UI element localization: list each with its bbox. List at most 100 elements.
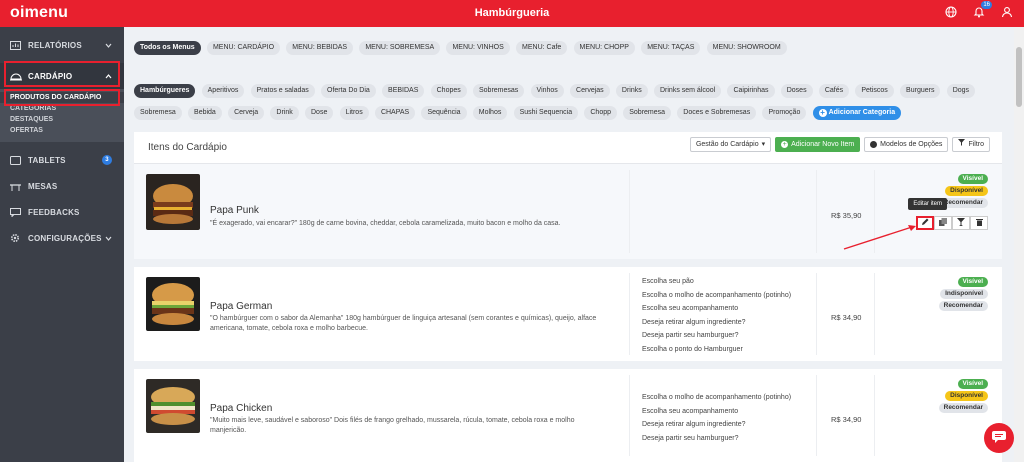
menu-pill[interactable]: MENU: CARDÁPIO: [206, 41, 281, 55]
menu-pill[interactable]: MENU: VINHOS: [446, 41, 510, 55]
category-pill[interactable]: Sobremesas: [473, 84, 525, 98]
category-pill[interactable]: Aperitivos: [201, 84, 245, 98]
category-pill[interactable]: Drink: [270, 106, 299, 120]
add-item-button[interactable]: + Adicionar Novo Item: [775, 137, 861, 152]
burger-photo: [146, 277, 200, 331]
category-pill[interactable]: Cerveja: [228, 106, 265, 120]
menu-pill[interactable]: MENU: SOBREMESA: [359, 41, 441, 55]
sidebar: RELATÓRIOS CARDÁPIO PRODUTOS DO CARDÁPIO…: [0, 27, 124, 462]
scrollbar-thumb[interactable]: [1016, 47, 1022, 107]
bell-icon[interactable]: 16: [972, 1, 992, 19]
category-pill[interactable]: Drinks: [615, 84, 648, 98]
filter-button[interactable]: Filtro: [952, 137, 990, 152]
menu-filter-row: Todos os Menus MENU: CARDÁPIO MENU: BEBI…: [134, 41, 791, 55]
item-options-button[interactable]: [952, 216, 970, 230]
sidebar-item-tablets[interactable]: TABLETS 3: [0, 147, 124, 173]
category-pill[interactable]: Litros: [339, 106, 369, 120]
menu-pill[interactable]: MENU: Cafe: [516, 41, 568, 55]
page-scrollbar[interactable]: [1014, 27, 1024, 462]
recommend-badge[interactable]: Recomendar: [938, 403, 988, 413]
caret-down-icon: ▾: [761, 141, 766, 148]
menu-item-row[interactable]: Papa German "O hambúrguer com o sabor da…: [134, 267, 1002, 369]
menu-pill-all[interactable]: Todos os Menus: [134, 41, 201, 55]
menu-item-row[interactable]: Papa Punk "É exagerado, vai encarar?" 18…: [134, 164, 1002, 267]
sidebar-item-configuracoes[interactable]: CONFIGURAÇÕES: [0, 225, 124, 251]
sidebar-item-label: CONFIGURAÇÕES: [28, 233, 102, 243]
category-pill[interactable]: Dose: [305, 106, 334, 120]
category-pill[interactable]: Petiscos: [855, 84, 894, 98]
category-pill[interactable]: Molhos: [472, 106, 508, 120]
visible-badge[interactable]: Visível: [957, 379, 988, 389]
edit-item-tooltip: Editar item: [908, 198, 947, 210]
category-pill[interactable]: Sequência: [421, 106, 467, 120]
column-divider: [629, 170, 630, 253]
item-description: "É exagerado, vai encarar?" 180g de carn…: [210, 220, 561, 227]
visible-badge[interactable]: Visível: [957, 277, 988, 287]
category-pill-active[interactable]: Hambúrgueres: [134, 84, 196, 98]
page-title: Hambúrgueria: [474, 7, 550, 19]
menu-pill[interactable]: MENU: BEBIDAS: [286, 41, 354, 55]
burger-photo: [146, 174, 200, 230]
category-pill[interactable]: Dogs: [946, 84, 976, 98]
visible-badge[interactable]: Visível: [957, 174, 988, 184]
category-pill[interactable]: Caipirinhas: [727, 84, 775, 98]
column-divider: [816, 170, 817, 253]
category-pill[interactable]: Doces e Sobremesas: [677, 106, 757, 120]
chevron-down-icon: [105, 234, 112, 243]
duplicate-item-button[interactable]: [934, 216, 952, 230]
category-pill[interactable]: Cafés: [818, 84, 850, 98]
menu-item-row[interactable]: Papa Chicken "Muito mais leve, saudável …: [134, 369, 1002, 462]
add-category-button[interactable]: + Adicionar Categoria: [812, 106, 902, 120]
notification-badge: 16: [981, 1, 992, 9]
filter-label: Filtro: [968, 141, 984, 148]
plus-circle-icon: +: [781, 141, 789, 148]
sidebar-subitem-destaques[interactable]: DESTAQUES: [0, 114, 124, 125]
availability-badge[interactable]: Indisponível: [940, 289, 988, 299]
add-category-label: Adicionar Categoria: [828, 109, 896, 116]
category-pill[interactable]: BEBIDAS: [382, 84, 425, 98]
chat-bubble-icon: [992, 431, 1006, 445]
category-pill[interactable]: Doses: [780, 84, 813, 98]
category-pill[interactable]: Drinks sem álcool: [653, 84, 722, 98]
sidebar-item-mesas[interactable]: MESAS: [0, 173, 124, 199]
category-pill[interactable]: Sobremesa: [134, 106, 182, 120]
sidebar-item-relatorios[interactable]: RELATÓRIOS: [0, 32, 124, 58]
chat-icon: [10, 207, 22, 217]
globe-icon[interactable]: [944, 5, 958, 19]
sidebar-subitem-ofertas[interactable]: OFERTAS: [0, 125, 124, 136]
category-row-2: Sobremesa Bebida Cerveja Drink Dose Litr…: [134, 106, 905, 120]
recommend-badge[interactable]: Recomendar: [938, 301, 988, 311]
availability-badge[interactable]: Disponível: [945, 186, 988, 196]
menu-pill[interactable]: MENU: CHOPP: [573, 41, 635, 55]
chart-icon: [10, 40, 22, 50]
category-pill[interactable]: Vinhos: [530, 84, 564, 98]
category-pill[interactable]: Promoção: [762, 106, 807, 120]
category-pill[interactable]: Sobremesa: [623, 106, 672, 120]
category-pill[interactable]: Burguers: [900, 84, 941, 98]
support-chat-button[interactable]: [984, 423, 1014, 453]
category-pill[interactable]: Chopes: [430, 84, 467, 98]
availability-badge[interactable]: Disponível: [945, 391, 988, 401]
manage-menu-dropdown[interactable]: Gestão do Cardápio ▾: [689, 137, 772, 152]
user-icon[interactable]: [1000, 5, 1014, 19]
add-item-label: Adicionar Novo Item: [791, 141, 855, 148]
sandwich-photo: [146, 379, 200, 433]
category-pill[interactable]: Oferta Do Dia: [321, 84, 376, 98]
panel-header: Itens do Cardápio Gestão do Cardápio ▾ + A…: [134, 132, 1002, 164]
category-pill[interactable]: Chopp: [584, 106, 618, 120]
menu-pill[interactable]: MENU: TAÇAS: [641, 41, 701, 55]
menu-pill[interactable]: MENU: SHOWROOM: [706, 41, 787, 55]
top-bar: oimenu Hambúrgueria 16: [0, 0, 1024, 27]
option-group: Escolha o ponto do Hamburguer: [642, 345, 743, 353]
cocktail-icon: [957, 218, 965, 228]
category-pill[interactable]: Pratos e saladas: [250, 84, 315, 98]
column-divider: [816, 273, 817, 355]
category-pill[interactable]: Sushi Sequencia: [513, 106, 579, 120]
category-pill[interactable]: Cervejas: [570, 84, 610, 98]
category-pill[interactable]: Bebida: [188, 106, 222, 120]
sidebar-item-feedbacks[interactable]: FEEDBACKS: [0, 199, 124, 225]
option-models-button[interactable]: Modelos de Opções: [864, 137, 949, 152]
category-pill[interactable]: CHAPAS: [374, 106, 416, 120]
delete-item-button[interactable]: [970, 216, 988, 230]
funnel-icon: [958, 138, 966, 151]
